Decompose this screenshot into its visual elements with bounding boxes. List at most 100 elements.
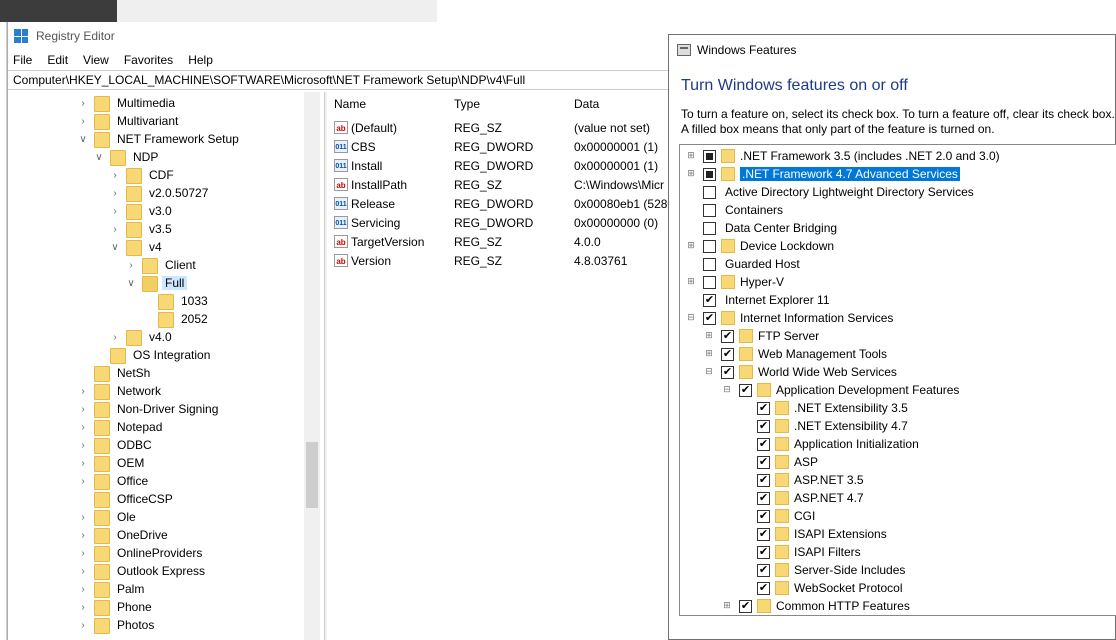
chevron-right-icon[interactable]: › [78,530,88,541]
feature-checkbox[interactable]: ✔ [757,563,770,577]
chevron-right-icon[interactable]: › [110,224,120,235]
collapse-icon[interactable]: ⊟ [704,367,714,377]
column-header-type[interactable]: Type [454,92,480,116]
feature-item[interactable]: Guarded Host [686,255,800,273]
menu-edit[interactable]: Edit [47,53,68,67]
feature-item[interactable]: ✔ WebSocket Protocol [740,579,903,597]
feature-checkbox[interactable]: ✔ [757,401,770,415]
pane-splitter[interactable] [324,92,327,640]
value-name-cell[interactable]: 011 Release [334,194,395,213]
value-name-cell[interactable]: ab InstallPath [334,175,407,194]
tree-item[interactable]: › v3.0 [110,202,175,220]
tree-item[interactable]: › Photos [78,616,157,634]
tree-item[interactable]: › OneDrive [78,526,171,544]
feature-item[interactable]: ✔ .NET Extensibility 4.7 [740,417,908,435]
feature-item[interactable]: ⊞ ✔ Common HTTP Features [722,597,910,615]
collapse-icon[interactable]: ⊟ [722,385,732,395]
feature-checkbox[interactable]: ✔ [757,491,770,505]
tree-item[interactable]: ∨ v4 [110,238,165,256]
feature-checkbox[interactable]: ✔ [739,383,752,397]
collapse-icon[interactable]: ⊟ [686,313,696,323]
feature-checkbox[interactable]: ✔ [721,365,734,379]
feature-checkbox[interactable]: ✔ [757,545,770,559]
chevron-right-icon[interactable]: › [78,512,88,523]
address-bar[interactable]: Computer\HKEY_LOCAL_MACHINE\SOFTWARE\Mic… [8,70,687,90]
chevron-right-icon[interactable]: › [78,620,88,631]
feature-checkbox[interactable] [703,239,716,253]
feature-checkbox[interactable] [703,167,716,181]
expand-icon[interactable]: ⊞ [704,331,714,341]
feature-checkbox[interactable] [703,275,716,289]
tree-item[interactable]: › Phone [78,598,155,616]
chevron-right-icon[interactable]: › [78,566,88,577]
tree-item[interactable]: › v3.5 [110,220,175,238]
tree-item[interactable]: 1033 [142,292,211,310]
tree-item[interactable]: 2052 [142,310,211,328]
feature-item[interactable]: ✔ Internet Explorer 11 [686,291,830,309]
tree-item[interactable]: OS Integration [94,346,213,364]
expand-icon[interactable]: ⊞ [686,277,696,287]
feature-checkbox[interactable]: ✔ [757,581,770,595]
expand-icon[interactable]: ⊞ [704,349,714,359]
tree-item[interactable]: › OEM [78,454,147,472]
chevron-right-icon[interactable]: › [78,476,88,487]
menu-help[interactable]: Help [188,53,213,67]
tree-item[interactable]: › Palm [78,580,147,598]
feature-item[interactable]: ✔ CGI [740,507,815,525]
feature-item[interactable]: ⊞ .NET Framework 3.5 (includes .NET 2.0 a… [686,147,1000,165]
tree-item[interactable]: › Client [126,256,199,274]
feature-checkbox[interactable]: ✔ [757,473,770,487]
tree-item[interactable]: › v4.0 [110,328,175,346]
tree-item[interactable]: › ODBC [78,436,155,454]
tree-item[interactable]: › v2.0.50727 [110,184,211,202]
scrollbar-thumb[interactable] [306,442,318,508]
tree-item[interactable]: › Office [78,472,151,490]
expand-icon[interactable]: ⊞ [686,169,696,179]
tree-item[interactable]: ∨ NDP [94,148,161,166]
feature-item[interactable]: ✔ Server-Side Includes [740,561,905,579]
tree-item[interactable]: › OnlineProviders [78,544,205,562]
expand-icon[interactable]: ⊞ [722,601,732,611]
menu-view[interactable]: View [83,53,109,67]
chevron-down-icon[interactable]: ∨ [94,152,104,163]
menu-favorites[interactable]: Favorites [124,53,173,67]
tree-item[interactable]: OfficeCSP [78,490,176,508]
chevron-right-icon[interactable]: › [78,98,88,109]
feature-checkbox[interactable] [703,203,716,217]
chevron-right-icon[interactable]: › [78,440,88,451]
feature-checkbox[interactable] [703,185,716,199]
feature-item[interactable]: ⊞ .NET Framework 4.7 Advanced Services [686,165,960,183]
tree-item[interactable]: › Multimedia [78,94,178,112]
feature-item[interactable]: Data Center Bridging [686,219,837,237]
chevron-right-icon[interactable]: › [78,458,88,469]
feature-item[interactable]: ✔ ISAPI Filters [740,543,861,561]
feature-checkbox[interactable] [703,149,716,163]
feature-item[interactable]: ✔ ASP.NET 3.5 [740,471,864,489]
value-name-cell[interactable]: 011 Install [334,156,382,175]
expand-icon[interactable]: ⊞ [686,241,696,251]
chevron-right-icon[interactable]: › [110,188,120,199]
chevron-right-icon[interactable]: › [78,548,88,559]
tree-item[interactable]: ∨ NET Framework Setup [78,130,242,148]
chevron-right-icon[interactable]: › [78,584,88,595]
chevron-right-icon[interactable]: › [78,386,88,397]
expand-icon[interactable]: ⊞ [686,151,696,161]
chevron-right-icon[interactable]: › [78,602,88,613]
feature-checkbox[interactable]: ✔ [757,509,770,523]
chevron-right-icon[interactable]: › [110,170,120,181]
feature-checkbox[interactable]: ✔ [757,455,770,469]
chevron-right-icon[interactable]: › [78,116,88,127]
value-name-cell[interactable]: ab (Default) [334,118,397,137]
chevron-right-icon[interactable]: › [110,332,120,343]
feature-checkbox[interactable]: ✔ [703,311,716,325]
value-name-cell[interactable]: 011 CBS [334,137,376,156]
feature-checkbox[interactable]: ✔ [757,527,770,541]
feature-checkbox[interactable]: ✔ [757,419,770,433]
feature-item[interactable]: ✔ .NET Extensibility 3.5 [740,399,908,417]
feature-item[interactable]: ✔ ISAPI Extensions [740,525,887,543]
menu-file[interactable]: File [13,53,32,67]
feature-item[interactable]: ⊞ Device Lockdown [686,237,834,255]
feature-item[interactable]: ✔ ASP [740,453,818,471]
feature-item[interactable]: Active Directory Lightweight Directory S… [686,183,974,201]
tree-item[interactable]: › Multivariant [78,112,181,130]
